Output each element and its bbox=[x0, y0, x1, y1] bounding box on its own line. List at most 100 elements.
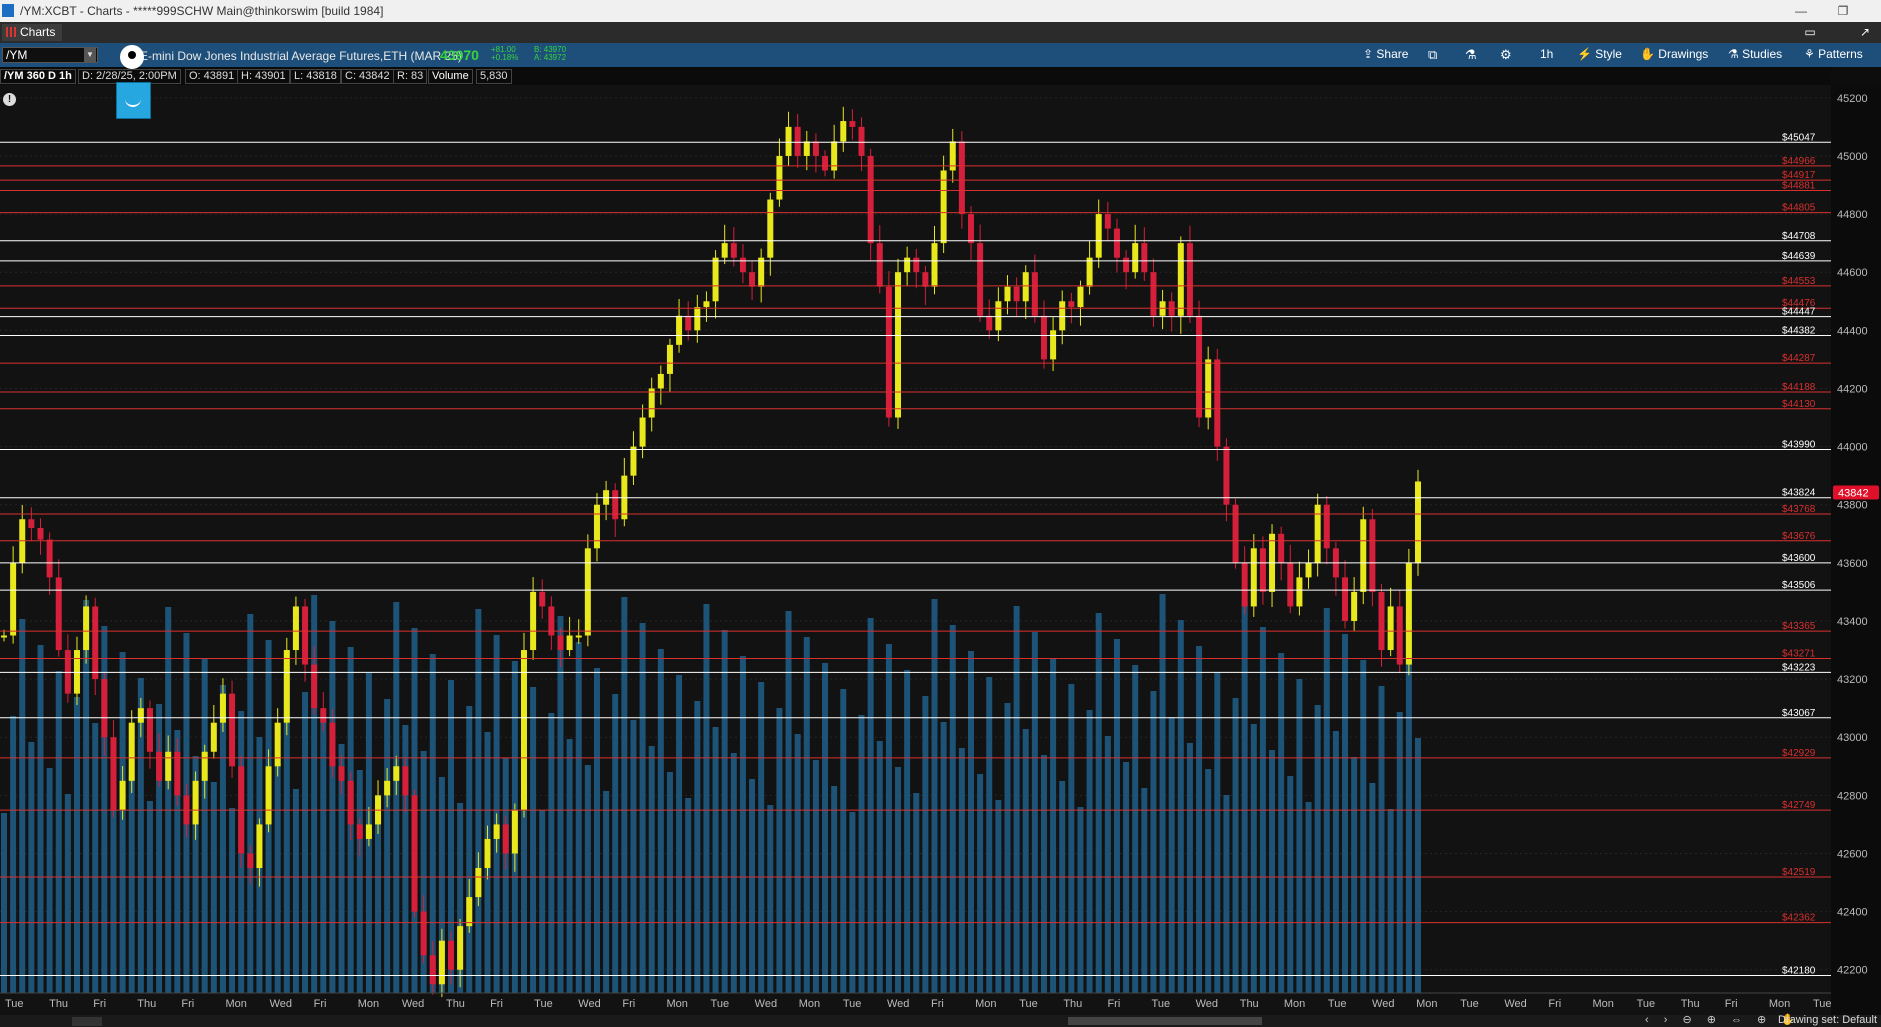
x-tick-label: Tue bbox=[5, 998, 24, 1010]
restore-button[interactable]: ❐ bbox=[1828, 0, 1858, 22]
style-button[interactable]: ⚡ Style bbox=[1577, 47, 1622, 61]
volume-bar bbox=[1004, 703, 1011, 993]
volume-bar bbox=[1104, 736, 1111, 993]
snapshot-icon[interactable]: ⧉ bbox=[1428, 47, 1437, 63]
pin-icon[interactable] bbox=[120, 45, 144, 69]
candle bbox=[1296, 577, 1303, 607]
smiley-icon[interactable] bbox=[116, 82, 151, 119]
level-label: $43600 bbox=[1782, 553, 1816, 564]
volume-bar bbox=[37, 645, 44, 993]
candle bbox=[685, 315, 692, 331]
detach-icon[interactable]: ↗ bbox=[1850, 22, 1880, 43]
minimize-button[interactable]: — bbox=[1786, 0, 1816, 22]
volume-bar bbox=[730, 753, 737, 993]
patterns-button[interactable]: ⚘ Patterns bbox=[1804, 47, 1863, 61]
volume-value: 5,830 bbox=[476, 69, 512, 84]
candle bbox=[1113, 228, 1120, 258]
volume-bar bbox=[393, 602, 400, 993]
candle bbox=[28, 519, 35, 528]
candle bbox=[1369, 519, 1376, 592]
candle bbox=[1351, 591, 1358, 621]
candle bbox=[995, 301, 1002, 331]
candle bbox=[1022, 272, 1029, 302]
level-label: $43365 bbox=[1782, 621, 1816, 632]
x-tick-label: Tue bbox=[1460, 998, 1479, 1010]
candle bbox=[384, 780, 391, 796]
candle bbox=[156, 751, 163, 781]
volume-bar bbox=[648, 746, 655, 993]
horizontal-scrollbar[interactable] bbox=[0, 1015, 1881, 1027]
candle bbox=[931, 243, 938, 287]
x-tick-label: Fri bbox=[314, 998, 327, 1010]
volume-bar bbox=[1278, 653, 1285, 993]
volume-bar bbox=[1077, 807, 1084, 993]
x-tick-label: Thu bbox=[446, 998, 465, 1010]
candle bbox=[393, 766, 400, 781]
candle bbox=[1, 635, 7, 638]
layout-icon[interactable]: ▭ bbox=[1795, 22, 1825, 43]
level-label: $44805 bbox=[1782, 203, 1816, 214]
chart-toolbar: ▼ E-mini Dow Jones Industrial Average Fu… bbox=[0, 43, 1881, 67]
flask-icon[interactable]: ⚗ bbox=[1465, 47, 1477, 63]
title-bar: /YM:XCBT - Charts - *****999SCHW Main@th… bbox=[0, 0, 1881, 22]
studies-button[interactable]: ⚗ Studies bbox=[1728, 47, 1782, 61]
candle bbox=[1278, 533, 1285, 563]
volume-bar bbox=[904, 670, 911, 993]
symbol-dropdown-icon[interactable]: ▼ bbox=[84, 48, 96, 62]
drawings-button[interactable]: ✋ Drawings bbox=[1640, 47, 1708, 61]
volume-bar bbox=[548, 713, 555, 993]
tab-charts[interactable]: Charts bbox=[2, 24, 62, 41]
volume-bar bbox=[566, 739, 573, 993]
x-tick-label: Thu bbox=[1063, 998, 1082, 1010]
y-tick-label: 44000 bbox=[1837, 442, 1868, 454]
candle bbox=[840, 121, 847, 142]
candle bbox=[676, 315, 683, 345]
candle bbox=[247, 853, 254, 869]
x-tick-label: Thu bbox=[49, 998, 68, 1010]
price-chart[interactable]: 42200 42400 42600 42800 43000 43200 43400 43600… bbox=[0, 85, 1881, 1015]
candle bbox=[1086, 257, 1093, 287]
timeframe-button[interactable]: 1h bbox=[1540, 47, 1553, 61]
candle bbox=[265, 766, 272, 825]
level-label: $44708 bbox=[1782, 231, 1816, 242]
gear-icon[interactable]: ⚙ bbox=[1500, 47, 1512, 63]
level-label: $44382 bbox=[1782, 326, 1816, 337]
x-tick-label: Mon bbox=[1416, 998, 1437, 1010]
x-tick-label: Tue bbox=[534, 998, 553, 1010]
candle bbox=[502, 824, 509, 854]
candle bbox=[530, 591, 537, 651]
volume-bar bbox=[1141, 788, 1148, 993]
x-tick-label: Tue bbox=[1328, 998, 1347, 1010]
candle bbox=[1259, 548, 1266, 592]
candle bbox=[110, 737, 117, 810]
alert-icon[interactable]: ! bbox=[3, 93, 16, 106]
volume-bar bbox=[922, 696, 929, 993]
candle bbox=[803, 141, 810, 156]
scrollbar-thumb[interactable] bbox=[1068, 1017, 1262, 1025]
volume-bar bbox=[1086, 710, 1093, 993]
candle bbox=[776, 155, 783, 200]
candle bbox=[1123, 257, 1130, 273]
collapse-handle[interactable] bbox=[72, 1017, 102, 1026]
share-button[interactable]: ⇪ Share bbox=[1363, 47, 1408, 61]
candle bbox=[639, 417, 646, 447]
volume-bar bbox=[822, 663, 829, 993]
candle bbox=[1186, 243, 1193, 316]
volume-bar bbox=[986, 677, 993, 993]
x-tick-label: Mon bbox=[975, 998, 996, 1010]
candle bbox=[229, 693, 236, 767]
candle bbox=[201, 751, 208, 781]
instrument-name: E-mini Dow Jones Industrial Average Futu… bbox=[140, 49, 462, 63]
volume-bar bbox=[666, 772, 673, 993]
volume-bar bbox=[274, 763, 281, 993]
candle bbox=[749, 272, 756, 287]
volume-bar bbox=[1360, 660, 1367, 993]
volume-bar bbox=[849, 812, 856, 993]
x-tick-label: Mon bbox=[1284, 998, 1305, 1010]
candle bbox=[46, 539, 53, 578]
candle bbox=[858, 126, 865, 156]
candle bbox=[1150, 272, 1157, 316]
bar-low: L: 43818 bbox=[290, 69, 341, 84]
candle bbox=[703, 301, 710, 308]
volume-bar bbox=[292, 789, 299, 993]
